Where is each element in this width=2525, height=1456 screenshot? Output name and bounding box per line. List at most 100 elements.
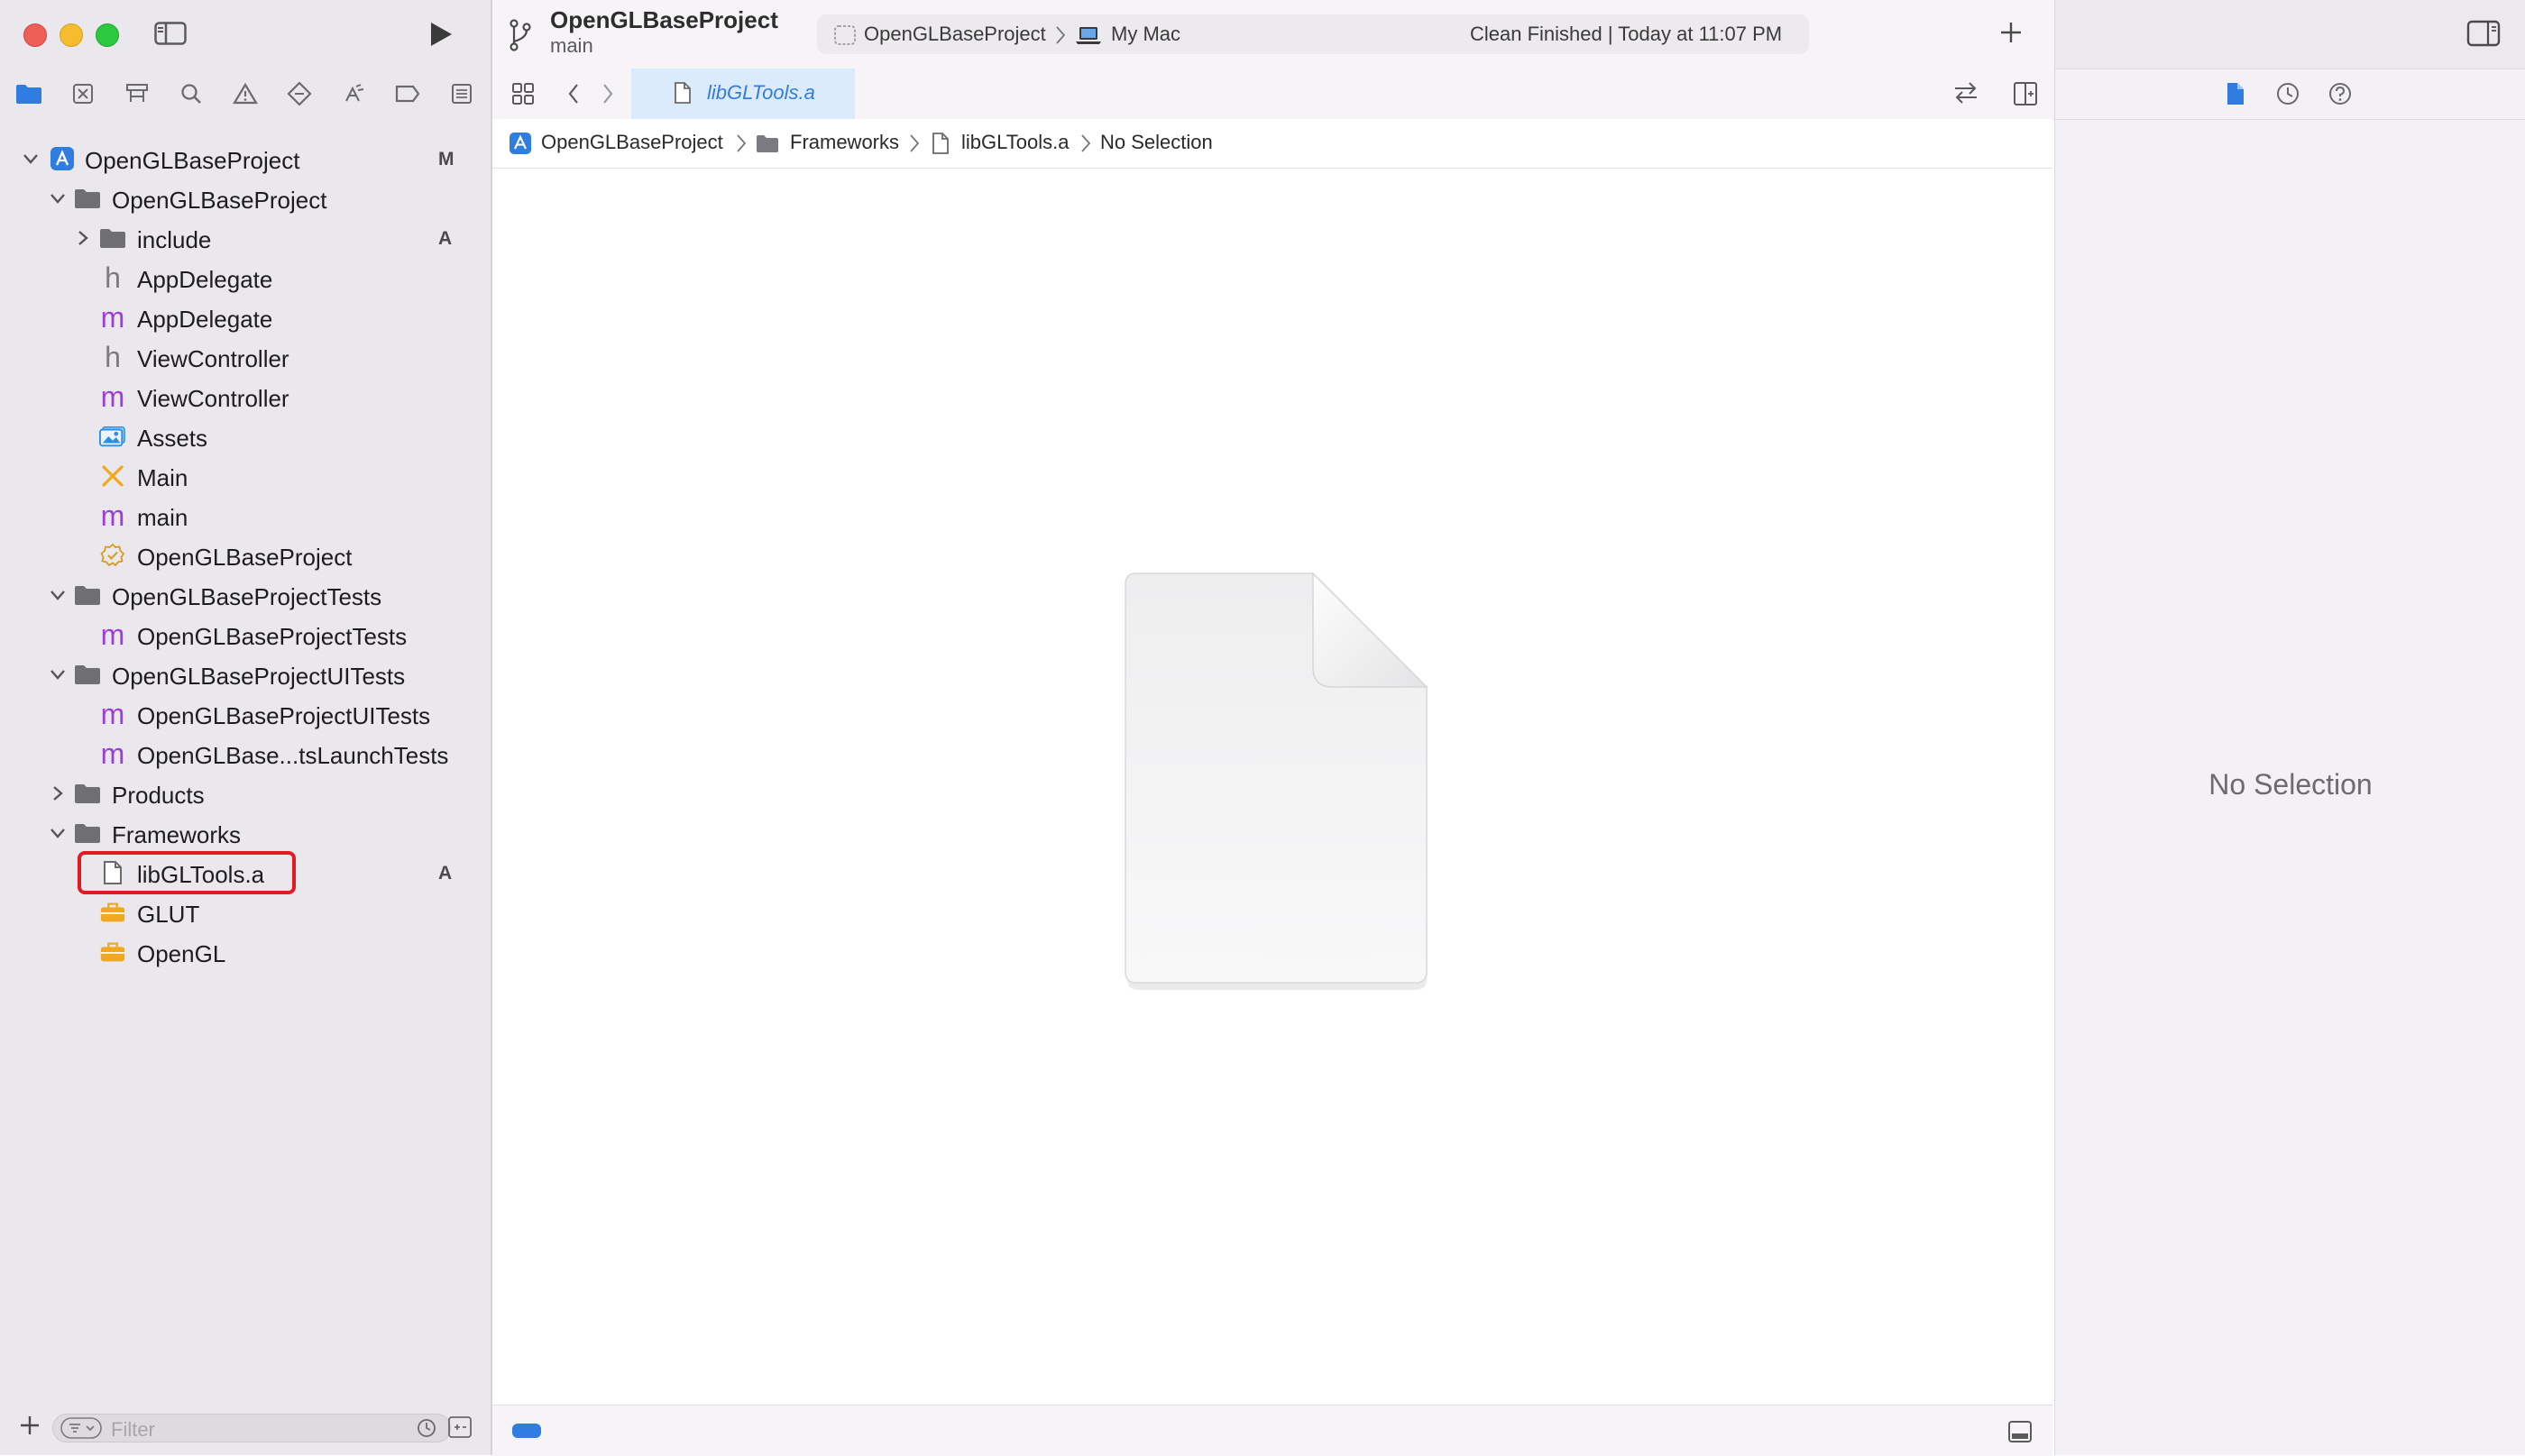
tree-item-label: Frameworks — [112, 821, 242, 848]
tree-item-file[interactable]: h ViewController — [0, 337, 491, 377]
scm-status-badge: A — [438, 228, 453, 249]
tree-item-label: OpenGLBaseProject — [85, 147, 300, 174]
history-inspector-tab-icon[interactable] — [2275, 81, 2300, 106]
source-control-navigator-tab-icon[interactable] — [65, 76, 101, 112]
inspector-empty-state: No Selection — [2208, 768, 2373, 801]
swap-arrows-icon[interactable] — [1951, 79, 1980, 106]
jump-bar-segment-selection[interactable]: No Selection — [1100, 131, 1213, 154]
tree-item-file[interactable]: Assets — [0, 417, 491, 456]
tree-item-file[interactable]: m AppDelegate — [0, 298, 491, 337]
tree-item-file[interactable]: m OpenGLBaseProjectUITests — [0, 694, 491, 734]
forward-arrow-icon[interactable] — [599, 81, 617, 106]
test-navigator-tab-icon[interactable] — [281, 76, 317, 112]
symbol-navigator-tab-icon[interactable] — [119, 76, 155, 112]
jump-bar-segment-project[interactable]: OpenGLBaseProject — [541, 131, 723, 154]
chevron-down-icon[interactable] — [22, 150, 40, 168]
branch-name[interactable]: main — [550, 34, 593, 58]
objc-file-icon: m — [100, 737, 125, 770]
debug-navigator-tab-icon[interactable] — [335, 76, 372, 112]
tree-item-group[interactable]: Products — [0, 774, 491, 813]
window-minimize-button[interactable] — [60, 23, 83, 47]
add-editor-split-icon[interactable] — [2013, 81, 2038, 106]
tree-item-file[interactable]: Main — [0, 456, 491, 496]
tree-item-label: include — [137, 226, 212, 253]
destination-selector[interactable]: My Mac — [1111, 23, 1180, 46]
recent-files-icon[interactable] — [416, 1417, 439, 1439]
folder-icon — [74, 662, 101, 687]
inspector-pane: No Selection — [2054, 0, 2525, 1455]
tree-item-file[interactable]: OpenGLBaseProject — [0, 536, 491, 575]
activity-view: OpenGLBaseProject My Mac Clean Finished … — [817, 14, 1809, 54]
objc-file-icon: m — [100, 301, 125, 334]
quick-help-inspector-tab-icon[interactable] — [2328, 81, 2353, 106]
tree-item-file[interactable]: GLUT — [0, 893, 491, 932]
laptop-icon — [1076, 27, 1101, 44]
objc-file-icon: m — [100, 698, 125, 730]
related-items-grid-icon[interactable] — [510, 81, 536, 106]
tree-item-file[interactable]: m main — [0, 496, 491, 536]
window-zoom-button[interactable] — [96, 23, 119, 47]
file-inspector-tab-icon[interactable] — [2225, 81, 2246, 106]
folder-icon — [74, 582, 101, 608]
report-navigator-tab-icon[interactable] — [444, 76, 480, 112]
tree-item-folder[interactable]: include A — [0, 218, 491, 258]
framework-icon — [99, 939, 126, 965]
sidebar-toggle-icon[interactable] — [154, 22, 187, 45]
source-control-filter-icon[interactable] — [447, 1415, 473, 1439]
tree-item-group[interactable]: Frameworks — [0, 813, 491, 853]
chevron-right-icon[interactable] — [74, 229, 92, 247]
tree-item-project-root[interactable]: OpenGLBaseProject M — [0, 139, 491, 179]
main-toolbar: OpenGLBaseProject main OpenGLBaseProject… — [492, 0, 2054, 69]
file-icon — [675, 82, 691, 104]
chevron-down-icon[interactable] — [49, 189, 67, 207]
tree-item-group[interactable]: OpenGLBaseProject — [0, 179, 491, 218]
jump-bar-segment-file[interactable]: libGLTools.a — [961, 131, 1069, 154]
project-icon — [510, 133, 531, 154]
find-navigator-tab-icon[interactable] — [173, 76, 209, 112]
tree-item-label: OpenGL — [137, 940, 226, 967]
header-file-icon: h — [105, 341, 121, 373]
chevron-down-icon[interactable] — [49, 586, 67, 604]
branch-icon[interactable] — [509, 18, 532, 52]
debug-area-toggle-icon[interactable] — [2007, 1420, 2033, 1443]
window-close-button[interactable] — [23, 23, 47, 47]
tree-item-file[interactable]: m OpenGLBase...tsLaunchTests — [0, 734, 491, 774]
folder-icon — [74, 820, 101, 846]
scheme-icon — [834, 25, 856, 45]
project-title[interactable]: OpenGLBaseProject — [550, 6, 778, 34]
chevron-down-icon[interactable] — [49, 824, 67, 842]
folder-icon — [99, 225, 126, 251]
annotation-highlight-box — [78, 851, 296, 894]
tree-item-group[interactable]: OpenGLBaseProjectTests — [0, 575, 491, 615]
tree-item-group[interactable]: OpenGLBaseProjectUITests — [0, 655, 491, 694]
file-icon — [932, 133, 949, 154]
add-library-button[interactable] — [1997, 18, 2025, 47]
issue-navigator-tab-icon[interactable] — [227, 76, 263, 112]
filter-options-icon[interactable] — [60, 1417, 102, 1439]
inspector-toggle-icon[interactable] — [2466, 20, 2501, 47]
breakpoint-navigator-tab-icon[interactable] — [390, 76, 426, 112]
jump-bar-segment-frameworks[interactable]: Frameworks — [790, 131, 899, 154]
scm-status-badge: M — [438, 149, 454, 169]
filter-placeholder: Filter — [111, 1418, 155, 1441]
framework-icon — [99, 900, 126, 925]
tree-item-label: AppDelegate — [137, 266, 273, 293]
header-file-icon: h — [105, 261, 121, 294]
scheme-selector[interactable]: OpenGLBaseProject — [864, 23, 1046, 46]
chevron-right-icon[interactable] — [49, 784, 67, 802]
tree-item-file[interactable]: m ViewController — [0, 377, 491, 417]
tree-item-label: OpenGLBaseProject — [137, 544, 353, 571]
tree-item-label: OpenGLBaseProject — [112, 187, 327, 214]
add-file-button[interactable] — [16, 1412, 43, 1439]
project-navigator-tab-icon[interactable] — [11, 76, 47, 112]
tree-item-file[interactable]: OpenGL — [0, 932, 491, 972]
tree-item-file[interactable]: m OpenGLBaseProjectTests — [0, 615, 491, 655]
run-button[interactable] — [424, 18, 456, 50]
tree-item-file[interactable]: h AppDelegate — [0, 258, 491, 298]
breakpoints-toggle-icon[interactable] — [512, 1424, 541, 1438]
tab-libgltools[interactable]: libGLTools.a — [631, 69, 855, 119]
filter-input[interactable]: Filter — [52, 1414, 451, 1442]
chevron-down-icon[interactable] — [49, 665, 67, 683]
back-arrow-icon[interactable] — [565, 81, 583, 106]
tree-item-label: GLUT — [137, 901, 200, 928]
